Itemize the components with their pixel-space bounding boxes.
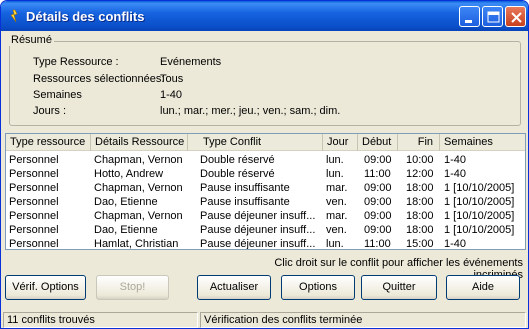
cell-resource-type: Personnel [9, 224, 59, 236]
cell-day: lun. [326, 238, 344, 250]
cell-weeks: 1-40 [444, 168, 467, 180]
cell-conflict-type: Double réservé [200, 154, 275, 166]
list-header: Type ressource Détails Ressource Type Co… [6, 134, 525, 151]
close-icon [511, 12, 522, 23]
cell-resource-details: Dao, Etienne [94, 196, 158, 208]
table-row[interactable]: Personnel Dao, Etienne Pause insuffisante v… [6, 195, 525, 209]
conflicts-list[interactable]: Type ressource Détails Ressource Type Co… [5, 133, 526, 250]
weeks-label: Semaines [33, 89, 82, 101]
cell-start: 11:00 [364, 168, 391, 180]
cell-resource-details: Hotto, Andrew [94, 168, 164, 180]
cell-end: 18:00 [406, 210, 434, 222]
weeks-value: 1-40 [160, 89, 183, 101]
cell-weeks: 1-40 [444, 154, 467, 166]
app-icon [10, 9, 18, 23]
cell-resource-type: Personnel [9, 182, 59, 194]
cell-day: lun. [326, 154, 344, 166]
table-row[interactable]: Personnel Chapman, Vernon Pause insuffisan… [6, 181, 525, 195]
cell-resource-details: Chapman, Vernon [94, 182, 183, 194]
cell-resource-type: Personnel [9, 154, 59, 166]
days-label: Jours : [33, 105, 67, 117]
cell-weeks: 1 [10/10/2005] [444, 182, 515, 194]
cell-end: 15:00 [406, 238, 434, 250]
column-header-day[interactable]: Jour [323, 134, 358, 151]
cell-conflict-type: Pause insuffisante [200, 182, 290, 194]
cell-day: mar. [326, 210, 348, 222]
cell-start: 09:00 [364, 196, 392, 208]
quit-button[interactable]: Quitter [361, 275, 437, 300]
title-bar[interactable]: Détails des conflits [1, 1, 528, 31]
column-header-end[interactable]: Fin [398, 134, 440, 151]
minimize-button[interactable] [459, 6, 480, 27]
cell-weeks: 1-40 [444, 238, 467, 250]
cell-resource-details: Chapman, Vernon [94, 210, 183, 222]
stop-button[interactable]: Stop! [96, 275, 169, 300]
table-row[interactable]: Personnel Chapman, Vernon Double réservé lu… [6, 153, 525, 167]
resource-type-label: Type Ressource : [33, 56, 119, 68]
verify-options-button[interactable]: Vérif. Options [5, 275, 86, 300]
column-header-conflict-type[interactable]: Type Conflit [188, 134, 323, 151]
selected-resources-label: Ressources sélectionnées: [33, 73, 165, 85]
table-row[interactable]: Personnel Dao, Etienne Pause déjeuner insu… [6, 223, 525, 237]
table-row[interactable]: Personnel Hotto, Andrew Double réservé lun.… [6, 167, 525, 181]
cell-conflict-type: Double réservé [200, 168, 275, 180]
cell-resource-details: Dao, Etienne [94, 224, 158, 236]
cell-resource-type: Personnel [9, 168, 59, 180]
days-value: lun.; mar.; mer.; jeu.; ven.; sam.; dim. [160, 105, 341, 117]
maximize-icon [487, 11, 500, 23]
cell-start: 11:00 [364, 238, 391, 250]
cell-end: 10:00 [406, 154, 434, 166]
summary-legend: Résumé [9, 34, 54, 46]
cell-resource-type: Personnel [9, 196, 59, 208]
options-button[interactable]: Options [281, 275, 355, 300]
conflict-details-window: Détails des conflits Résumé Type Ressour… [0, 0, 529, 329]
cell-end: 18:00 [406, 182, 434, 194]
cell-resource-type: Personnel [9, 210, 59, 222]
cell-weeks: 1 [10/10/2005] [444, 210, 515, 222]
cell-resource-details: Chapman, Vernon [94, 154, 183, 166]
cell-conflict-type: Pause insuffisante [200, 196, 290, 208]
column-header-weeks[interactable]: Semaines [440, 134, 525, 151]
cell-conflict-type: Pause déjeuner insuff... [200, 238, 316, 250]
table-row[interactable]: Personnel Hamlat, Christian Pause déjeuner… [6, 237, 525, 250]
column-header-start[interactable]: Début [358, 134, 398, 151]
cell-resource-details: Hamlat, Christian [94, 238, 179, 250]
column-header-resource-details[interactable]: Détails Ressource [91, 134, 188, 151]
cell-conflict-type: Pause déjeuner insuff... [200, 224, 316, 236]
cell-end: 18:00 [406, 196, 434, 208]
cell-day: mar. [326, 182, 348, 194]
resource-type-value: Evénements [160, 56, 222, 68]
selected-resources-value: Tous [160, 73, 184, 85]
help-button[interactable]: Aide [446, 275, 520, 300]
cell-weeks: 1 [10/10/2005] [444, 224, 515, 236]
close-button[interactable] [505, 6, 526, 27]
cell-start: 09:00 [364, 210, 392, 222]
cell-start: 09:00 [364, 154, 392, 166]
status-conflict-count: 11 conflits trouvés [3, 312, 198, 328]
cell-weeks: 1 [10/10/2005] [444, 196, 515, 208]
cell-day: ven. [326, 224, 347, 236]
cell-conflict-type: Pause déjeuner insuff... [200, 210, 316, 222]
cell-start: 09:00 [364, 182, 392, 194]
cell-resource-type: Personnel [9, 238, 59, 250]
column-header-resource-type[interactable]: Type ressource [6, 134, 91, 151]
cell-end: 12:00 [406, 168, 434, 180]
status-bar: 11 conflits trouvés Vérification des con… [1, 310, 528, 328]
cell-end: 18:00 [406, 224, 434, 236]
cell-day: ven. [326, 196, 347, 208]
status-message: Vérification des conflits terminée [200, 312, 526, 328]
refresh-button[interactable]: Actualiser [197, 275, 271, 300]
window-title: Détails des conflits [26, 9, 145, 24]
cell-day: lun. [326, 168, 344, 180]
table-row[interactable]: Personnel Chapman, Vernon Pause déjeuner i… [6, 209, 525, 223]
maximize-button[interactable] [482, 6, 503, 27]
cell-start: 09:00 [364, 224, 392, 236]
minimize-icon [465, 20, 472, 23]
